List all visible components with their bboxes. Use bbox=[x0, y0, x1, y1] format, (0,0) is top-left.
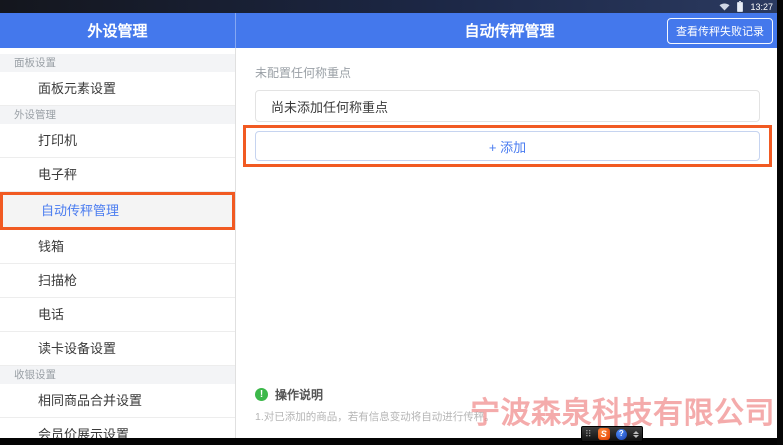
instructions-title: 操作说明 bbox=[275, 386, 323, 403]
keyboard-grid-icon[interactable]: ⠿ bbox=[585, 430, 592, 439]
add-weighing-point-button[interactable]: + 添加 bbox=[255, 131, 760, 161]
main-header: 自动传秤管理 查看传秤失败记录 bbox=[236, 13, 783, 48]
sidebar-section-panel-settings: 面板设置 bbox=[0, 54, 235, 72]
app-header: 外设管理 自动传秤管理 查看传秤失败记录 bbox=[0, 13, 783, 48]
collapse-chevrons-icon[interactable] bbox=[633, 431, 639, 438]
sidebar: 面板设置 面板元素设置 外设管理 打印机 电子秤 自动传秤管理 钱箱 扫描枪 电… bbox=[0, 48, 236, 438]
sidebar-item-phone[interactable]: 电话 bbox=[0, 298, 235, 332]
battery-icon bbox=[737, 2, 743, 12]
instructions-block: ! 操作说明 1.对已添加的商品，若有信息变动将自动进行传秤。 bbox=[255, 386, 495, 424]
empty-state-box: 尚未添加任何称重点 bbox=[255, 90, 760, 122]
sidebar-item-electronic-scale[interactable]: 电子秤 bbox=[0, 158, 235, 192]
sidebar-section-peripherals: 外设管理 bbox=[0, 106, 235, 124]
instruction-green-icon: ! bbox=[255, 388, 268, 401]
status-bar: 13:27 bbox=[0, 0, 783, 13]
sidebar-header: 外设管理 bbox=[0, 13, 236, 48]
sidebar-item-merge-same-goods[interactable]: 相同商品合并设置 bbox=[0, 384, 235, 418]
sidebar-title: 外设管理 bbox=[87, 20, 147, 41]
sidebar-item-printer[interactable]: 打印机 bbox=[0, 124, 235, 158]
status-time: 13:27 bbox=[750, 2, 773, 12]
instruction-line: 1.对已添加的商品，若有信息变动将自动进行传秤。 bbox=[255, 409, 495, 424]
view-failed-records-button[interactable]: 查看传秤失败记录 bbox=[667, 18, 773, 44]
screen: 13:27 外设管理 自动传秤管理 查看传秤失败记录 面板设置 面板元素设置 外… bbox=[0, 0, 783, 445]
empty-state-label: 未配置任何称重点 bbox=[255, 64, 351, 81]
help-question-icon[interactable]: ? bbox=[616, 429, 627, 440]
sidebar-item-panel-elements[interactable]: 面板元素设置 bbox=[0, 72, 235, 106]
sidebar-item-cash-drawer[interactable]: 钱箱 bbox=[0, 230, 235, 264]
bottom-taskbar-strip bbox=[0, 438, 783, 445]
main-content: 未配置任何称重点 尚未添加任何称重点 + 添加 ! 操作说明 1.对已添加的商品… bbox=[236, 48, 777, 438]
sunlogin-s-icon[interactable]: S bbox=[598, 428, 610, 440]
page-title: 自动传秤管理 bbox=[464, 20, 554, 41]
sidebar-section-cashier-settings: 收银设置 bbox=[0, 366, 235, 384]
add-button-annotation: + 添加 bbox=[243, 125, 772, 167]
right-edge-strip bbox=[777, 0, 783, 445]
sidebar-item-auto-scale-management[interactable]: 自动传秤管理 bbox=[0, 192, 235, 230]
floating-toolbar: ⠿ S ? bbox=[581, 426, 643, 442]
sidebar-item-card-reader-settings[interactable]: 读卡设备设置 bbox=[0, 332, 235, 366]
sidebar-item-member-price-display[interactable]: 会员价展示设置 bbox=[0, 418, 235, 438]
wifi-icon bbox=[719, 3, 730, 11]
sidebar-item-scanner-gun[interactable]: 扫描枪 bbox=[0, 264, 235, 298]
